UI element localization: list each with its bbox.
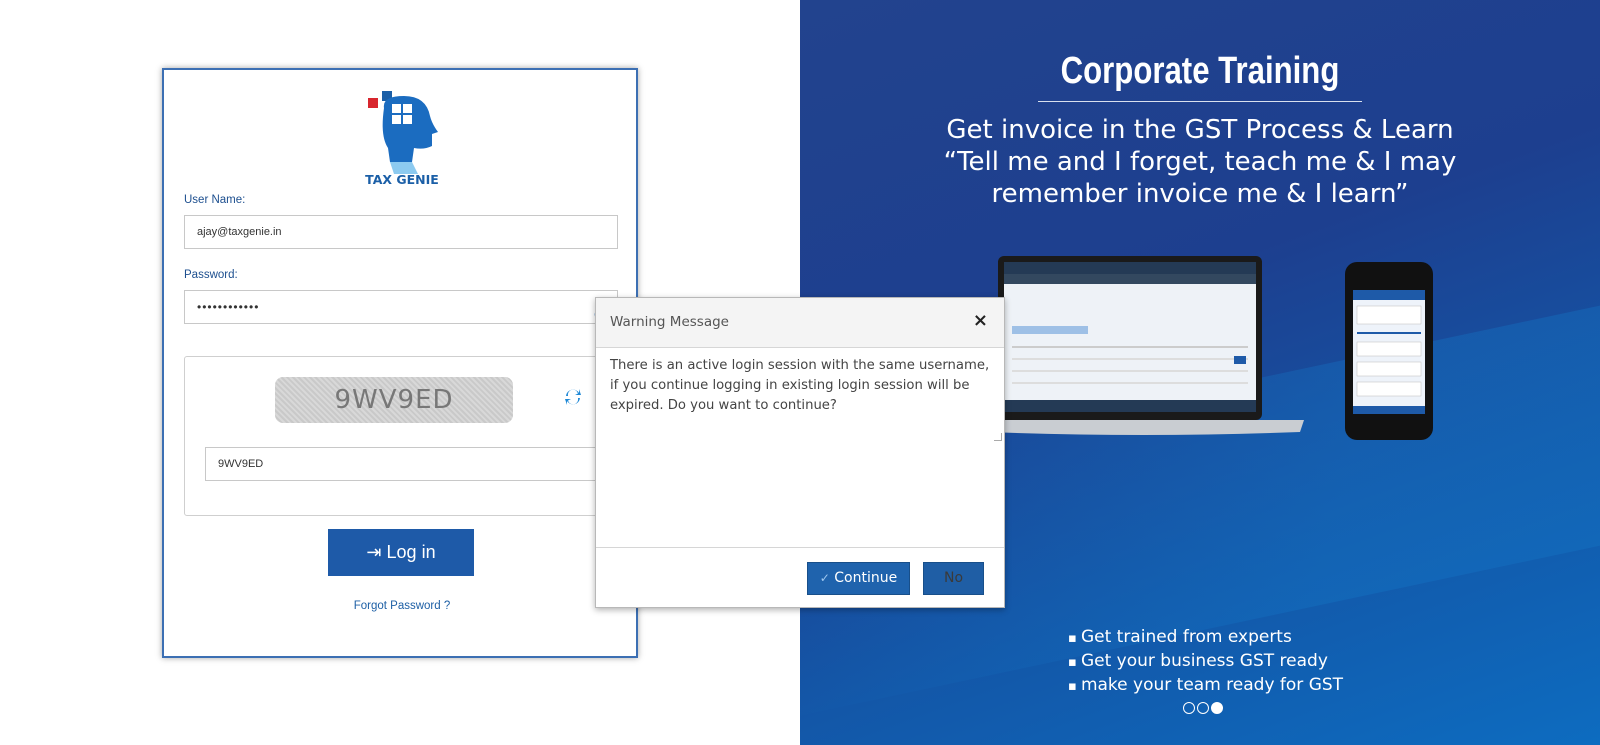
dialog-title: Warning Message <box>610 314 729 330</box>
continue-label: Continue <box>834 570 898 586</box>
forgot-password-link[interactable]: Forgot Password ? <box>164 600 640 612</box>
dialog-header: Warning Message × <box>596 298 1004 348</box>
no-button[interactable]: No <box>923 562 984 595</box>
bullet-item: make your team ready for GST <box>1068 674 1343 698</box>
password-input[interactable]: •••••••••••• <box>184 290 618 324</box>
promo-title: Corporate Training <box>1060 50 1340 92</box>
quote-line-3: remember invoice me & I learn” <box>991 179 1409 209</box>
warning-dialog: Warning Message × There is an active log… <box>595 297 1005 608</box>
quote-line-2: “Tell me and I forget, teach me & I may <box>943 147 1457 177</box>
logo-text: TAX GENIE <box>365 172 439 187</box>
dialog-message: There is an active login session with th… <box>610 358 990 413</box>
dialog-footer: ✓ Continue No <box>596 547 1004 607</box>
quote-line-1: Get invoice in the GST Process & Learn <box>946 115 1454 145</box>
carousel-dot[interactable] <box>1183 702 1195 714</box>
login-button-label: Log in <box>386 542 436 562</box>
username-input[interactable]: ajay@taxgenie.in <box>184 215 618 249</box>
carousel-dot[interactable] <box>1197 702 1209 714</box>
login-card: TAX GENIE User Name: ajay@taxgenie.in Pa… <box>162 68 638 658</box>
refresh-icon[interactable] <box>563 387 583 407</box>
promo-bullets: Get trained from experts Get your busine… <box>1068 626 1343 698</box>
laptop-image <box>984 256 1304 435</box>
carousel-dot-active[interactable] <box>1211 702 1223 714</box>
check-icon: ✓ <box>819 571 830 585</box>
username-label: User Name: <box>184 194 246 206</box>
login-button[interactable]: ⇥ Log in <box>328 529 474 576</box>
bullet-item: Get your business GST ready <box>1068 650 1343 674</box>
bullet-item: Get trained from experts <box>1068 626 1343 650</box>
close-icon[interactable]: × <box>973 310 988 331</box>
captcha-image: 9WV9ED <box>275 377 513 423</box>
phone-image <box>1345 262 1433 440</box>
continue-button[interactable]: ✓ Continue <box>807 562 910 595</box>
captcha-input[interactable]: 9WV9ED <box>205 447 609 481</box>
title-divider <box>1038 101 1362 102</box>
carousel-dots <box>1183 702 1223 714</box>
sign-in-icon: ⇥ <box>366 542 382 562</box>
captcha-box: 9WV9ED 9WV9ED <box>184 356 618 516</box>
promo-quote: Get invoice in the GST Process & Learn “… <box>900 114 1500 210</box>
password-label: Password: <box>184 269 238 281</box>
resize-grip-icon[interactable] <box>994 433 1002 441</box>
